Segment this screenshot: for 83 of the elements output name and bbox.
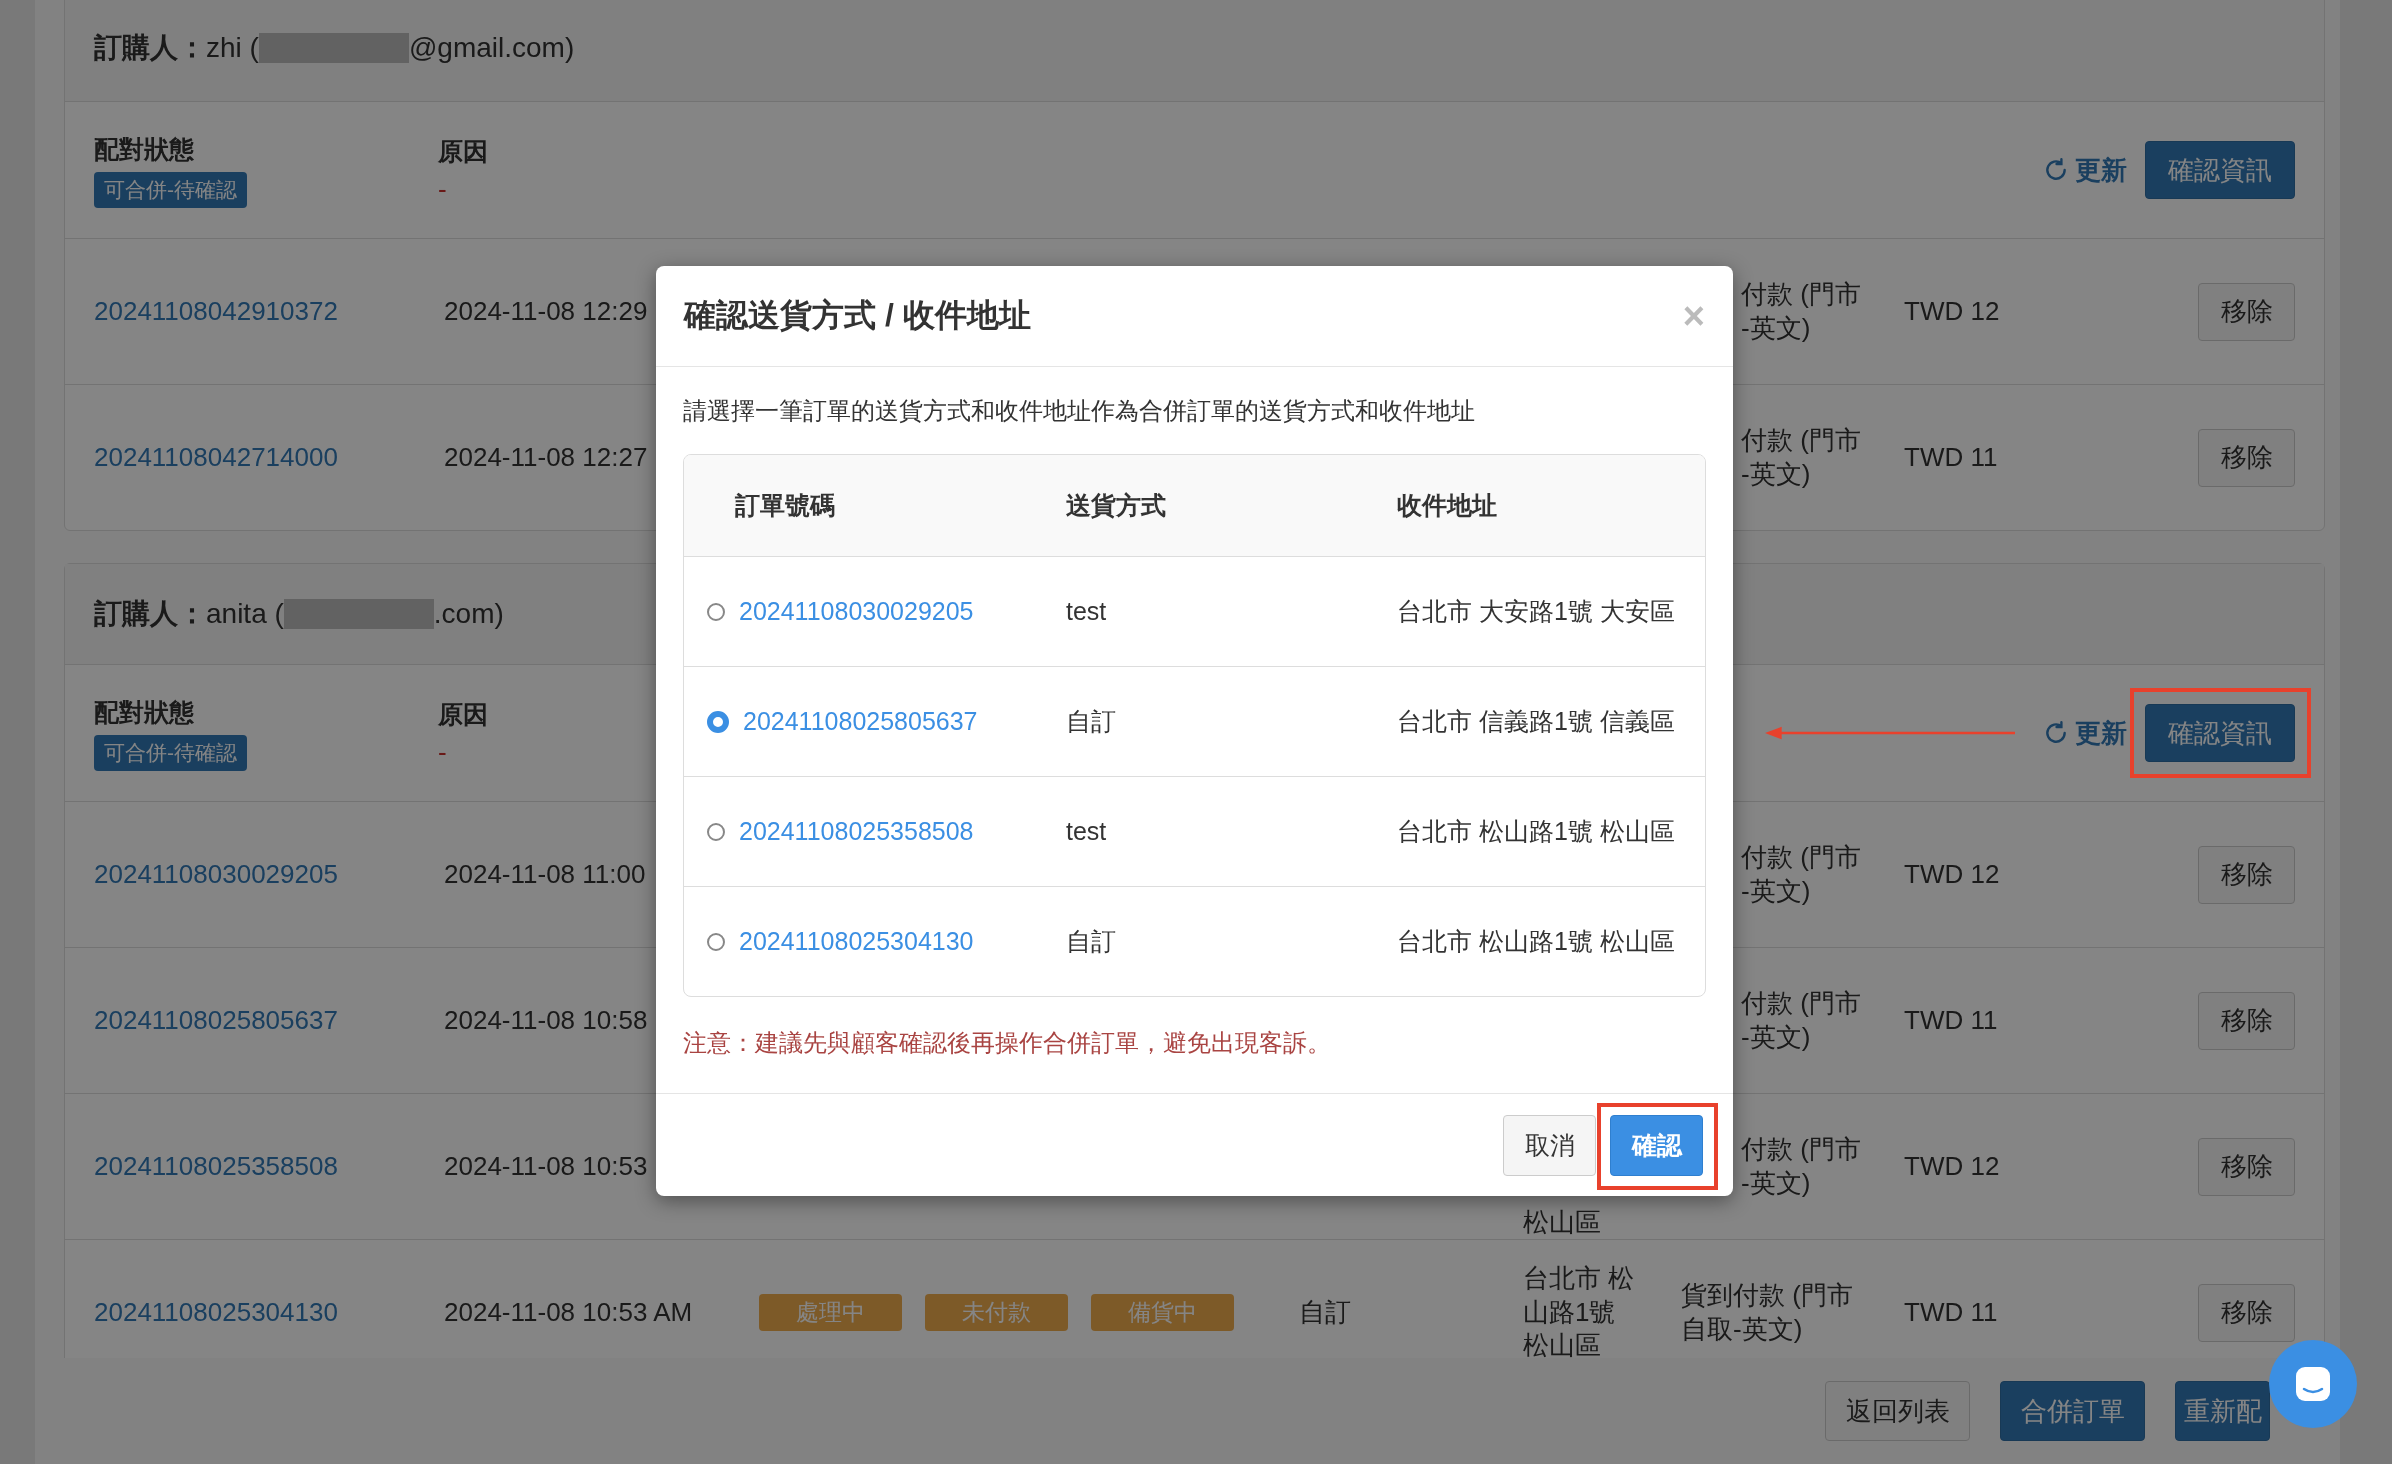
remove-button[interactable]: 移除 (2198, 845, 2295, 904)
address-text: 松山區 (1523, 1208, 1601, 1239)
dialog-title: 確認送貨方式 / 收件地址 (684, 296, 1031, 335)
status-tag: 備貨中 (1091, 1294, 1234, 1331)
buyer-email: .com) (433, 598, 504, 630)
shipping-method: test (1066, 817, 1108, 846)
confirm-button[interactable]: 確認 (1610, 1114, 1703, 1176)
order-amount: TWD 12 (1904, 859, 2000, 890)
address-text: 台北市 大安路1號 大安區 (1397, 596, 1676, 627)
footer-button[interactable]: 重新配 (2175, 1381, 2270, 1441)
shipping-method: test (1066, 597, 1108, 626)
shipping-method: 自訂 (1299, 1296, 1351, 1329)
confirm-info-button[interactable]: 確認資訊 (2145, 704, 2295, 762)
instruction-text: 請選擇一筆訂單的送貨方式和收件地址作為合併訂單的送貨方式和收件地址 (683, 396, 1476, 426)
warning-note: 注意：建議先與顧客確認後再操作合併訂單，避免出現客訴。 (683, 1028, 1332, 1058)
footer-button[interactable]: 返回列表 (1825, 1381, 1970, 1441)
status-badge: 可合併-待確認 (94, 734, 247, 771)
order-amount: TWD 11 (1904, 1297, 1998, 1328)
remove-button[interactable]: 移除 (2198, 428, 2295, 487)
refresh-link[interactable]: 更新 (2043, 715, 2127, 751)
order-number-link[interactable]: 20241108025805637 (743, 707, 978, 736)
footer-button[interactable]: 合併訂單 (2000, 1381, 2145, 1441)
order-amount: TWD 12 (1904, 1151, 2000, 1182)
address-text: 台北市 松山路1號松山區 (1523, 1261, 1636, 1363)
shipping-method: 自訂 (1066, 706, 1117, 737)
status-label: 配對狀態 (94, 696, 194, 728)
order-number-link[interactable]: 20241108025358508 (739, 817, 974, 846)
close-button[interactable]: × (1682, 297, 1705, 335)
order-number-link[interactable]: 20241108025358508 (94, 1151, 338, 1182)
order-amount: TWD 11 (1904, 1005, 1998, 1036)
chat-icon (2293, 1364, 2333, 1404)
shipping-method: 自訂 (1066, 926, 1117, 957)
remove-button[interactable]: 移除 (2198, 991, 2295, 1050)
buyer-email: @gmail.com) (408, 32, 575, 64)
remove-button[interactable]: 移除 (2198, 1137, 2295, 1196)
confirm-info-button[interactable]: 確認資訊 (2145, 141, 2295, 199)
order-date: 2024-11-08 12:27 (444, 442, 648, 473)
payment-method: 付款 (門市 -英文) (1741, 423, 1861, 491)
order-date: 2024-11-08 12:29 (444, 296, 648, 327)
column-header: 收件地址 (1397, 490, 1498, 521)
address-text: 台北市 松山路1號 松山區 (1397, 926, 1676, 957)
order-date: 2024-11-08 10:53 AM (444, 1297, 693, 1328)
remove-button[interactable]: 移除 (2198, 1283, 2295, 1342)
order-number-link[interactable]: 20241108025805637 (94, 1005, 338, 1036)
remove-button[interactable]: 移除 (2198, 282, 2295, 341)
radio-button[interactable] (707, 822, 725, 841)
status-badge: 可合併-待確認 (94, 171, 247, 208)
order-number-link[interactable]: 20241108042714000 (94, 442, 338, 473)
order-number-link[interactable]: 20241108025304130 (739, 927, 974, 956)
reason-value: - (438, 174, 447, 205)
order-amount: TWD 12 (1904, 296, 2000, 327)
address-text: 台北市 松山路1號 松山區 (1397, 816, 1676, 847)
order-number-link[interactable]: 20241108042910372 (94, 296, 338, 327)
radio-button[interactable] (707, 932, 725, 951)
address-text: 台北市 信義路1號 信義區 (1397, 706, 1676, 737)
payment-method: 付款 (門市 -英文) (1741, 1132, 1861, 1200)
payment-method: 貨到付款 (門市自取-英文) (1681, 1278, 1854, 1346)
payment-method: 付款 (門市 -英文) (1741, 840, 1861, 908)
radio-button[interactable] (707, 710, 729, 733)
status-tag: 未付款 (925, 1294, 1068, 1331)
order-amount: TWD 11 (1904, 442, 1998, 473)
status-tag: 處理中 (759, 1294, 902, 1331)
refresh-icon (2043, 720, 2069, 746)
column-header: 送貨方式 (1066, 490, 1167, 521)
order-number-link[interactable]: 20241108030029205 (739, 597, 974, 626)
refresh-link[interactable]: 更新 (2043, 152, 2127, 188)
buyer-name: 訂購人：anita ( (94, 597, 284, 631)
reason-value: - (438, 737, 447, 768)
payment-method: 付款 (門市 -英文) (1741, 277, 1861, 345)
order-date: 2024-11-08 10:58 (444, 1005, 648, 1036)
reason-label: 原因 (438, 699, 488, 730)
order-number-link[interactable]: 20241108025304130 (94, 1297, 338, 1328)
refresh-icon (2043, 157, 2069, 183)
reason-label: 原因 (438, 136, 488, 167)
buyer-name: 訂購人：zhi ( (94, 31, 259, 65)
order-number-link[interactable]: 20241108030029205 (94, 859, 338, 890)
order-date: 2024-11-08 10:53 (444, 1151, 648, 1182)
column-header: 訂單號碼 (734, 490, 836, 521)
order-date: 2024-11-08 11:00 (444, 859, 646, 890)
cancel-button[interactable]: 取消 (1503, 1114, 1596, 1176)
status-label: 配對狀態 (94, 133, 194, 165)
payment-method: 付款 (門市 -英文) (1741, 986, 1861, 1054)
radio-button[interactable] (707, 602, 725, 621)
